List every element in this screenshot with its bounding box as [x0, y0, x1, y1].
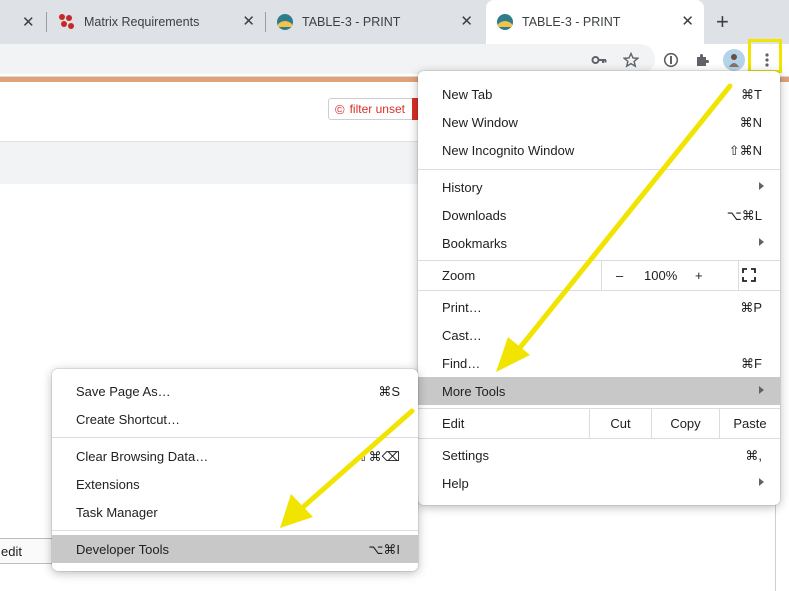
filter-badge[interactable]: © filter unset [328, 98, 418, 120]
menu-separator [52, 530, 418, 531]
page-scrollbar[interactable] [775, 500, 776, 591]
tab-table-3-print[interactable]: TABLE-3 - PRINT ✕ [268, 0, 483, 44]
zoom-in-button[interactable]: + [695, 268, 703, 283]
submenu-item-extensions[interactable]: Extensions [52, 470, 418, 498]
menu-item-shortcut: ⌘S [378, 384, 400, 400]
submenu-item-task-manager[interactable]: Task Manager [52, 498, 418, 526]
avatar[interactable] [723, 49, 745, 71]
fullscreen-icon[interactable] [742, 268, 756, 282]
submenu-arrow-icon [759, 182, 764, 190]
menu-edit-row: Edit Cut Copy Paste [418, 408, 780, 438]
tab-separator [265, 12, 266, 32]
menu-item-label: Save Page As… [76, 384, 171, 399]
cut-button[interactable]: Cut [589, 408, 651, 438]
submenu-arrow-icon [759, 238, 764, 246]
menu-item-print[interactable]: Print… ⌘P [418, 293, 780, 321]
menu-item-downloads[interactable]: Downloads ⌥⌘L [418, 201, 780, 229]
edit-label: Edit [442, 416, 464, 431]
submenu-arrow-icon [759, 478, 764, 486]
filter-label: filter unset [350, 102, 405, 116]
menu-item-label: New Window [442, 115, 518, 130]
menu-item-shortcut: ⌥⌘L [727, 208, 762, 224]
tab-close-icon[interactable]: ✕ [22, 13, 35, 31]
menu-item-label: Downloads [442, 208, 506, 223]
menu-item-new-incognito[interactable]: New Incognito Window ⇧⌘N [418, 136, 780, 164]
menu-item-label: History [442, 180, 482, 195]
menu-item-find[interactable]: Find… ⌘F [418, 349, 780, 377]
menu-item-label: More Tools [442, 384, 505, 399]
submenu-item-clear-browsing-data[interactable]: Clear Browsing Data… ⇧⌘⌫ [52, 442, 418, 470]
new-tab-button[interactable]: + [716, 10, 729, 34]
menu-item-shortcut: ⇧⌘N [729, 143, 762, 159]
tab-title: TABLE-3 - PRINT [522, 15, 620, 29]
menu-item-label: Print… [442, 300, 482, 315]
menu-item-new-window[interactable]: New Window ⌘N [418, 108, 780, 136]
table-logo-icon [276, 13, 294, 31]
zoom-label: Zoom [442, 268, 475, 283]
tab-close-icon[interactable]: ✕ [242, 13, 255, 31]
tab-close-icon[interactable]: ✕ [681, 13, 694, 31]
tab-title: Matrix Requirements [84, 15, 199, 29]
submenu-item-save-page[interactable]: Save Page As… ⌘S [52, 377, 418, 405]
menu-item-help[interactable]: Help [418, 469, 780, 497]
matrix-logo-icon [58, 13, 76, 31]
menu-item-label: Bookmarks [442, 236, 507, 251]
tab-table-3-print-active[interactable]: TABLE-3 - PRINT ✕ [486, 0, 704, 44]
tab-strip: ✕ Matrix Requirements ✕ TABLE-3 - PRINT … [0, 0, 789, 44]
menu-item-label: New Incognito Window [442, 143, 574, 158]
address-bar[interactable] [0, 44, 655, 74]
menu-item-history[interactable]: History [418, 173, 780, 201]
menu-item-settings[interactable]: Settings ⌘, [418, 441, 780, 469]
tab-title: TABLE-3 - PRINT [302, 15, 400, 29]
menu-separator [52, 437, 418, 438]
menu-item-bookmarks[interactable]: Bookmarks [418, 229, 780, 257]
tab-separator [46, 12, 47, 32]
zoom-controls: – 100% + [601, 260, 739, 290]
table-logo-icon [496, 13, 514, 31]
menu-item-label: Task Manager [76, 505, 158, 520]
menu-item-shortcut: ⌘, [745, 448, 762, 464]
page-toolbar-band [0, 141, 440, 184]
submenu-arrow-icon [759, 386, 764, 394]
menu-item-shortcut: ⌘F [741, 356, 762, 372]
menu-item-label: Clear Browsing Data… [76, 449, 208, 464]
copy-button[interactable]: Copy [651, 408, 719, 438]
submenu-item-developer-tools[interactable]: Developer Tools ⌥⌘I [52, 535, 418, 563]
filter-icon: © [335, 102, 345, 117]
menu-item-label: Developer Tools [76, 542, 169, 557]
menu-item-shortcut: ⇧⌘⌫ [358, 449, 400, 465]
key-icon[interactable] [589, 50, 609, 70]
menu-item-new-tab[interactable]: New Tab ⌘T [418, 80, 780, 108]
menu-item-shortcut: ⌥⌘I [368, 542, 400, 558]
menu-item-shortcut: ⌘P [740, 300, 762, 316]
tab-matrix-requirements[interactable]: Matrix Requirements ✕ [50, 0, 265, 44]
more-tools-submenu: Save Page As… ⌘S Create Shortcut… Clear … [52, 369, 418, 571]
zoom-out-button[interactable]: – [616, 268, 623, 283]
menu-separator [418, 169, 780, 170]
chrome-menu: New Tab ⌘T New Window ⌘N New Incognito W… [418, 71, 780, 505]
menu-item-label: New Tab [442, 87, 492, 102]
menu-item-shortcut: ⌘T [741, 87, 762, 103]
menu-item-cast[interactable]: Cast… [418, 321, 780, 349]
star-icon[interactable] [621, 50, 641, 70]
paste-button[interactable]: Paste [719, 408, 780, 438]
zoom-level: 100% [644, 268, 677, 283]
menu-highlight-box [748, 39, 782, 73]
password-icon[interactable] [661, 50, 681, 70]
menu-separator [418, 438, 780, 439]
menu-item-shortcut: ⌘N [740, 115, 762, 131]
extensions-icon[interactable] [692, 50, 712, 70]
menu-item-label: Settings [442, 448, 489, 463]
menu-item-label: Create Shortcut… [76, 412, 180, 427]
submenu-item-create-shortcut[interactable]: Create Shortcut… [52, 405, 418, 433]
tab-close-icon[interactable]: ✕ [460, 13, 473, 31]
menu-item-label: Help [442, 476, 469, 491]
edit-button[interactable]: edit [0, 538, 58, 564]
menu-item-label: Extensions [76, 477, 140, 492]
menu-item-label: Cast… [442, 328, 482, 343]
menu-item-more-tools[interactable]: More Tools [418, 377, 780, 405]
menu-zoom-row: Zoom – 100% + [418, 260, 780, 290]
menu-item-label: Find… [442, 356, 480, 371]
menu-separator [418, 290, 780, 291]
